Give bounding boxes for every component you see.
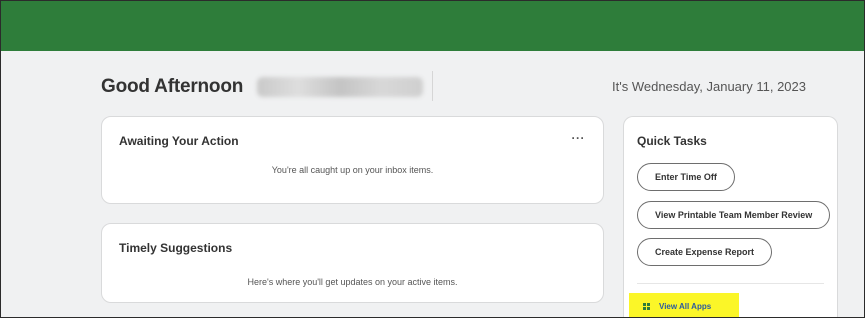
- quick-tasks-card: Quick Tasks Enter Time Off View Printabl…: [623, 116, 838, 317]
- quick-tasks-divider: [637, 283, 824, 284]
- awaiting-action-title: Awaiting Your Action: [119, 134, 239, 148]
- user-name-blurred: [257, 77, 424, 97]
- greeting-row: Good Afternoon It's Wednesday, January 1…: [101, 69, 836, 105]
- header-banner: [1, 1, 864, 51]
- quick-tasks-title: Quick Tasks: [637, 134, 707, 148]
- timely-suggestions-card: Timely Suggestions Here's where you'll g…: [101, 223, 604, 303]
- grid-icon: [643, 302, 651, 311]
- awaiting-action-card: Awaiting Your Action ··· You're all caug…: [101, 116, 604, 204]
- create-expense-report-button[interactable]: Create Expense Report: [637, 238, 773, 266]
- view-all-apps-link[interactable]: View All Apps: [629, 293, 739, 317]
- view-all-apps-label: View All Apps: [659, 302, 712, 311]
- view-printable-review-button[interactable]: View Printable Team Member Review: [637, 201, 831, 229]
- awaiting-action-message: You're all caught up on your inbox items…: [271, 165, 434, 175]
- timely-suggestions-title: Timely Suggestions: [119, 241, 233, 255]
- current-date: It's Wednesday, January 11, 2023: [612, 79, 806, 94]
- more-options-icon[interactable]: ···: [572, 131, 586, 145]
- app-window: Good Afternoon It's Wednesday, January 1…: [0, 0, 865, 318]
- enter-time-off-button[interactable]: Enter Time Off: [637, 163, 735, 191]
- greeting-divider: [432, 71, 433, 101]
- greeting-text: Good Afternoon: [101, 76, 244, 97]
- timely-suggestions-message: Here's where you'll get updates on your …: [247, 277, 458, 287]
